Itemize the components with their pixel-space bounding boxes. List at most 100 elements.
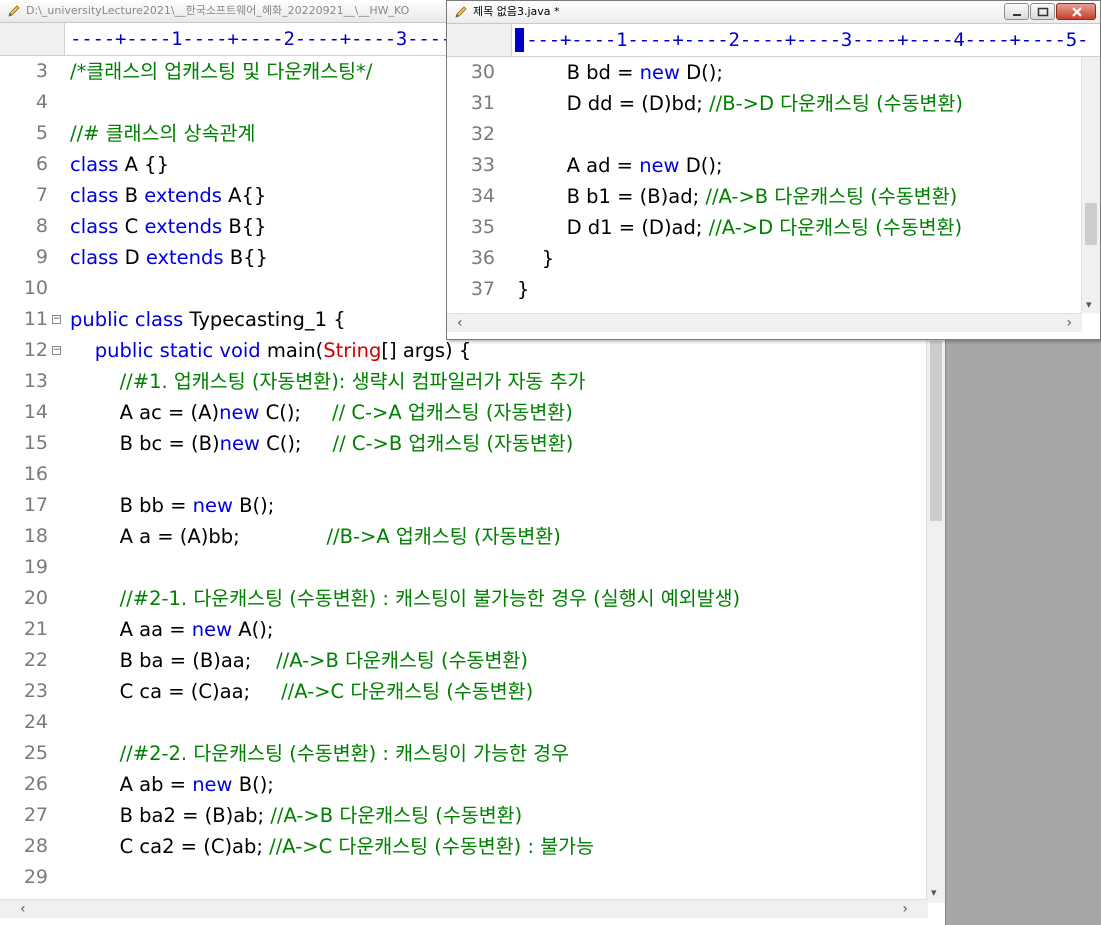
code-line[interactable]: 17 B bb = new B();: [0, 490, 927, 521]
code-text[interactable]: class A {}: [70, 149, 169, 180]
comment-token: //A->B 다운캐스팅 (수동변환): [705, 185, 958, 208]
scroll-down-arrow[interactable]: ▾: [1086, 298, 1092, 311]
code-text[interactable]: A aa = new A();: [70, 614, 274, 645]
code-text[interactable]: C ca = (C)aa; //A->C 다운캐스팅 (수동변환): [70, 676, 534, 707]
code-text[interactable]: }: [517, 243, 554, 274]
code-line[interactable]: 29: [0, 862, 927, 893]
code-line[interactable]: 21 A aa = new A();: [0, 614, 927, 645]
code-text[interactable]: B bc = (B)new C(); // C->B 업캐스팅 (자동변환): [70, 428, 574, 459]
maximize-button[interactable]: [1030, 3, 1055, 20]
popup-horizontal-scrollbar[interactable]: ‹ ›: [447, 313, 1082, 332]
code-token: A ab =: [70, 773, 193, 796]
code-text[interactable]: B bd = new D();: [517, 57, 723, 88]
scroll-right-arrow[interactable]: ›: [902, 901, 908, 917]
code-line[interactable]: 19: [0, 552, 927, 583]
code-line[interactable]: 18 A a = (A)bb; //B->A 업캐스팅 (자동변환): [0, 521, 927, 552]
main-horizontal-scrollbar[interactable]: ‹ ›: [0, 899, 928, 918]
code-text[interactable]: class B extends A{}: [70, 180, 266, 211]
code-token: C: [118, 215, 145, 238]
code-text[interactable]: //#2-1. 다운캐스팅 (수동변환) : 캐스팅이 불가능한 경우 (실행시…: [70, 583, 741, 614]
code-token: C ca = (C)aa;: [70, 680, 282, 703]
line-number: 12: [23, 339, 48, 361]
code-text[interactable]: //#1. 업캐스팅 (자동변환): 생략시 컴파일러가 자동 추가: [70, 366, 586, 397]
code-token: B: [118, 184, 145, 207]
code-text[interactable]: A ab = new B();: [70, 769, 274, 800]
pencil-icon: [8, 5, 20, 17]
comment-token: //#2-1. 다운캐스팅 (수동변환) : 캐스팅이 불가능한 경우 (실행시…: [70, 587, 741, 610]
code-token: A {}: [118, 153, 169, 176]
code-line[interactable]: 25 //#2-2. 다운캐스팅 (수동변환) : 캐스팅이 가능한 경우: [0, 738, 927, 769]
code-text[interactable]: A ac = (A)new C(); // C->A 업캐스팅 (자동변환): [70, 397, 573, 428]
comment-token: /*클래스의 업캐스팅 및 다운캐스팅*/: [70, 60, 373, 83]
code-line[interactable]: 13 //#1. 업캐스팅 (자동변환): 생략시 컴파일러가 자동 추가: [0, 366, 927, 397]
code-text[interactable]: }: [517, 274, 529, 305]
code-text[interactable]: //# 클래스의 상속관계: [70, 118, 255, 149]
scroll-left-arrow[interactable]: ‹: [457, 315, 463, 331]
keyword-token: class: [70, 184, 119, 207]
code-text[interactable]: B ba2 = (B)ab; //A->B 다운캐스팅 (수동변환): [70, 800, 523, 831]
scroll-right-arrow[interactable]: ›: [1066, 315, 1072, 331]
code-line[interactable]: 36 }: [447, 243, 1082, 274]
code-token: B ba = (B)aa;: [70, 649, 277, 672]
code-text[interactable]: public class Typecasting_1 {: [70, 304, 346, 335]
code-text[interactable]: B ba = (B)aa; //A->B 다운캐스팅 (수동변환): [70, 645, 528, 676]
code-text[interactable]: A a = (A)bb; //B->A 업캐스팅 (자동변환): [70, 521, 561, 552]
line-number: 31: [470, 92, 495, 114]
code-text[interactable]: class D extends B{}: [70, 242, 268, 273]
code-text[interactable]: B b1 = (B)ad; //A->B 다운캐스팅 (수동변환): [517, 181, 958, 212]
code-line[interactable]: 31 D dd = (D)bd; //B->D 다운캐스팅 (수동변환): [447, 88, 1082, 119]
close-button[interactable]: [1056, 3, 1096, 20]
code-line[interactable]: 22 B ba = (B)aa; //A->B 다운캐스팅 (수동변환): [0, 645, 927, 676]
code-line[interactable]: 14 A ac = (A)new C(); // C->A 업캐스팅 (자동변환…: [0, 397, 927, 428]
code-line[interactable]: 24: [0, 707, 927, 738]
code-text[interactable]: //#2-2. 다운캐스팅 (수동변환) : 캐스팅이 가능한 경우: [70, 738, 569, 769]
keyword-token: new: [192, 773, 233, 796]
code-token: B();: [232, 494, 275, 517]
line-number: 10: [23, 277, 48, 299]
comment-token: //A->B 다운캐스팅 (수동변환): [270, 804, 523, 827]
keyword-token: new: [191, 618, 233, 641]
code-line[interactable]: 32: [447, 119, 1082, 150]
code-text[interactable]: C ca2 = (C)ab; //A->C 다운캐스팅 (수동변환) : 불가능: [70, 831, 594, 862]
comment-token: // C->B 업캐스팅 (자동변환): [332, 432, 574, 455]
line-number: 26: [23, 773, 48, 795]
code-line[interactable]: 27 B ba2 = (B)ab; //A->B 다운캐스팅 (수동변환): [0, 800, 927, 831]
line-number: 9: [35, 246, 48, 268]
code-line[interactable]: 37}: [447, 274, 1082, 305]
code-text[interactable]: public static void main(String[] args) {: [70, 335, 471, 366]
popup-vscroll-thumb[interactable]: [1085, 203, 1097, 245]
code-line[interactable]: 30 B bd = new D();: [447, 57, 1082, 88]
scroll-down-arrow[interactable]: ▾: [931, 886, 937, 899]
popup-editor-window[interactable]: 제목 없음3.java * ----+----1----+----2----+-…: [446, 0, 1101, 340]
fold-minus-icon[interactable]: −: [52, 315, 61, 324]
comment-token: //A->B 다운캐스팅 (수동변환): [276, 649, 528, 672]
main-vscroll-thumb[interactable]: [930, 341, 942, 521]
code-line[interactable]: 28 C ca2 = (C)ab; //A->C 다운캐스팅 (수동변환) : …: [0, 831, 927, 862]
code-token: B{}: [223, 246, 268, 269]
code-text[interactable]: D dd = (D)bd; //B->D 다운캐스팅 (수동변환): [517, 88, 963, 119]
popup-vertical-scrollbar[interactable]: ▾: [1081, 57, 1100, 313]
fold-minus-icon[interactable]: −: [52, 346, 61, 355]
code-token: Typecasting_1 {: [183, 308, 346, 331]
code-line[interactable]: 35 D d1 = (D)ad; //A->D 다운캐스팅 (수동변환): [447, 212, 1082, 243]
minimize-button[interactable]: [1004, 3, 1029, 20]
code-token: B bd =: [517, 61, 640, 84]
scroll-left-arrow[interactable]: ‹: [20, 901, 26, 917]
code-text[interactable]: /*클래스의 업캐스팅 및 다운캐스팅*/: [70, 56, 372, 87]
code-line[interactable]: 34 B b1 = (B)ad; //A->B 다운캐스팅 (수동변환): [447, 181, 1082, 212]
line-number: 8: [35, 215, 48, 237]
code-token: B bb =: [70, 494, 193, 517]
code-token: A ac = (A): [70, 401, 220, 424]
code-text[interactable]: A ad = new D();: [517, 150, 723, 181]
code-line[interactable]: 33 A ad = new D();: [447, 150, 1082, 181]
code-line[interactable]: 26 A ab = new B();: [0, 769, 927, 800]
code-text[interactable]: D d1 = (D)ad; //A->D 다운캐스팅 (수동변환): [517, 212, 963, 243]
comment-token: //#2-2. 다운캐스팅 (수동변환) : 캐스팅이 가능한 경우: [70, 742, 570, 765]
code-line[interactable]: 16: [0, 459, 927, 490]
code-line[interactable]: 20 //#2-1. 다운캐스팅 (수동변환) : 캐스팅이 불가능한 경우 (…: [0, 583, 927, 614]
code-text[interactable]: B bb = new B();: [70, 490, 275, 521]
popup-window-titlebar[interactable]: 제목 없음3.java *: [447, 1, 1100, 24]
code-line[interactable]: 15 B bc = (B)new C(); // C->B 업캐스팅 (자동변환…: [0, 428, 927, 459]
code-line[interactable]: 23 C ca = (C)aa; //A->C 다운캐스팅 (수동변환): [0, 676, 927, 707]
code-text[interactable]: class C extends B{}: [70, 211, 267, 242]
